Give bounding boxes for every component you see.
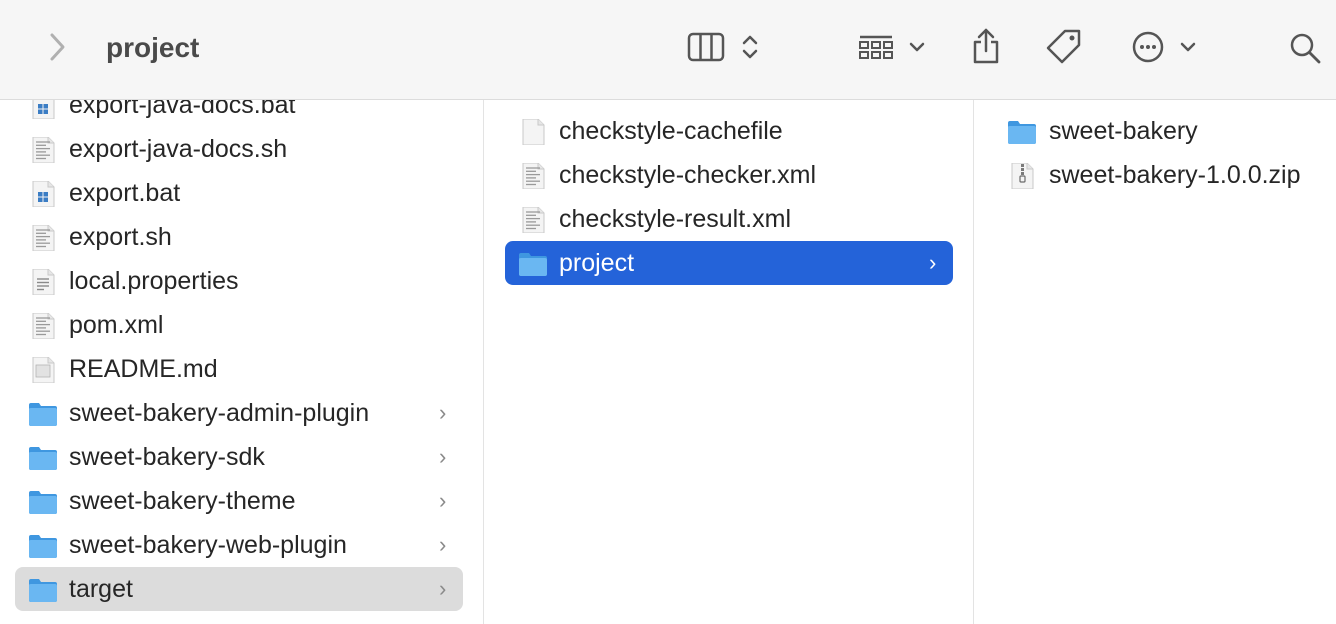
- item-label: checkstyle-cachefile: [559, 117, 783, 145]
- more-chevron-icon[interactable]: [1177, 36, 1199, 58]
- item-label: sweet-bakery: [1049, 117, 1198, 145]
- disclosure-chevron-icon: ›: [439, 400, 447, 425]
- window-title: project: [106, 32, 200, 63]
- script-file-icon: [518, 207, 548, 233]
- zip-file-icon: [1007, 163, 1037, 189]
- column-1: export-java-docs.bat export-java-docs.sh e…: [0, 100, 483, 624]
- folder-icon: [28, 533, 58, 559]
- toolbar: project: [0, 0, 1336, 100]
- item-label: sweet-bakery-1.0.0.zip: [1049, 161, 1301, 189]
- search-icon[interactable]: [1286, 29, 1324, 67]
- folder-icon: [1007, 119, 1037, 145]
- dropdown-chevron-icon[interactable]: [906, 36, 928, 58]
- folder-row[interactable]: sweet-bakery: [995, 109, 1336, 153]
- text-file-icon: [28, 269, 58, 295]
- disclosure-chevron-icon: ›: [439, 532, 447, 557]
- script-file-icon: [28, 225, 58, 251]
- folder-row[interactable]: target ›: [15, 567, 463, 611]
- blank-file-icon: [518, 119, 548, 145]
- file-row[interactable]: local.properties: [15, 259, 463, 303]
- folder-icon: [28, 445, 58, 471]
- script-file-icon: [28, 137, 58, 163]
- item-label: export.bat: [69, 179, 181, 207]
- share-icon[interactable]: [968, 26, 1004, 66]
- file-row[interactable]: README.md: [15, 347, 463, 391]
- back-chevron-icon[interactable]: [42, 30, 72, 64]
- item-label: checkstyle-result.xml: [559, 205, 791, 233]
- column-3: sweet-bakery sweet-bakery-1.0.0.zip: [974, 100, 1336, 624]
- file-row[interactable]: sweet-bakery-1.0.0.zip: [995, 153, 1336, 197]
- more-actions-icon[interactable]: [1130, 29, 1166, 65]
- file-row[interactable]: export.sh: [15, 215, 463, 259]
- folder-icon: [28, 577, 58, 603]
- script-file-icon: [518, 163, 548, 189]
- item-label: README.md: [69, 355, 218, 383]
- item-label: export-java-docs.sh: [69, 135, 288, 163]
- item-label: project: [559, 249, 635, 277]
- item-label: pom.xml: [69, 311, 164, 339]
- file-row[interactable]: export.bat: [15, 171, 463, 215]
- script-file-icon: [28, 313, 58, 339]
- folder-icon: [518, 251, 548, 277]
- item-label: sweet-bakery-web-plugin: [69, 531, 347, 559]
- folder-icon: [28, 401, 58, 427]
- file-row[interactable]: export-java-docs.sh: [15, 127, 463, 171]
- folder-row[interactable]: project ›: [505, 241, 953, 285]
- file-row[interactable]: pom.xml: [15, 303, 463, 347]
- windows-file-icon: [28, 100, 58, 119]
- item-label: sweet-bakery-theme: [69, 487, 296, 515]
- folder-row[interactable]: sweet-bakery-web-plugin ›: [15, 523, 463, 567]
- disclosure-chevron-icon: ›: [439, 488, 447, 513]
- item-label: local.properties: [69, 267, 239, 295]
- folder-row[interactable]: sweet-bakery-sdk ›: [15, 435, 463, 479]
- item-label: checkstyle-checker.xml: [559, 161, 817, 189]
- column-view-icon[interactable]: [686, 30, 726, 64]
- item-label: sweet-bakery-admin-plugin: [69, 399, 370, 427]
- folder-icon: [28, 489, 58, 515]
- disclosure-chevron-icon: ›: [439, 576, 447, 601]
- item-label: sweet-bakery-sdk: [69, 443, 265, 471]
- folder-row[interactable]: sweet-bakery-admin-plugin ›: [15, 391, 463, 435]
- view-sort-arrows-icon[interactable]: [738, 30, 762, 64]
- item-label: export.sh: [69, 223, 172, 251]
- disclosure-chevron-icon: ›: [929, 250, 937, 275]
- markdown-file-icon: [28, 357, 58, 383]
- tag-icon[interactable]: [1044, 28, 1084, 66]
- file-row[interactable]: export-java-docs.bat: [15, 100, 463, 127]
- item-label: export-java-docs.bat: [69, 100, 296, 119]
- disclosure-chevron-icon: ›: [439, 444, 447, 469]
- windows-file-icon: [28, 181, 58, 207]
- file-row[interactable]: checkstyle-result.xml: [505, 197, 953, 241]
- group-grid-icon[interactable]: [856, 30, 896, 64]
- folder-row[interactable]: sweet-bakery-theme ›: [15, 479, 463, 523]
- column-2: checkstyle-cachefile checkstyle-checker.x…: [484, 100, 973, 624]
- file-row[interactable]: checkstyle-cachefile: [505, 109, 953, 153]
- item-label: target: [69, 575, 133, 603]
- file-row[interactable]: checkstyle-checker.xml: [505, 153, 953, 197]
